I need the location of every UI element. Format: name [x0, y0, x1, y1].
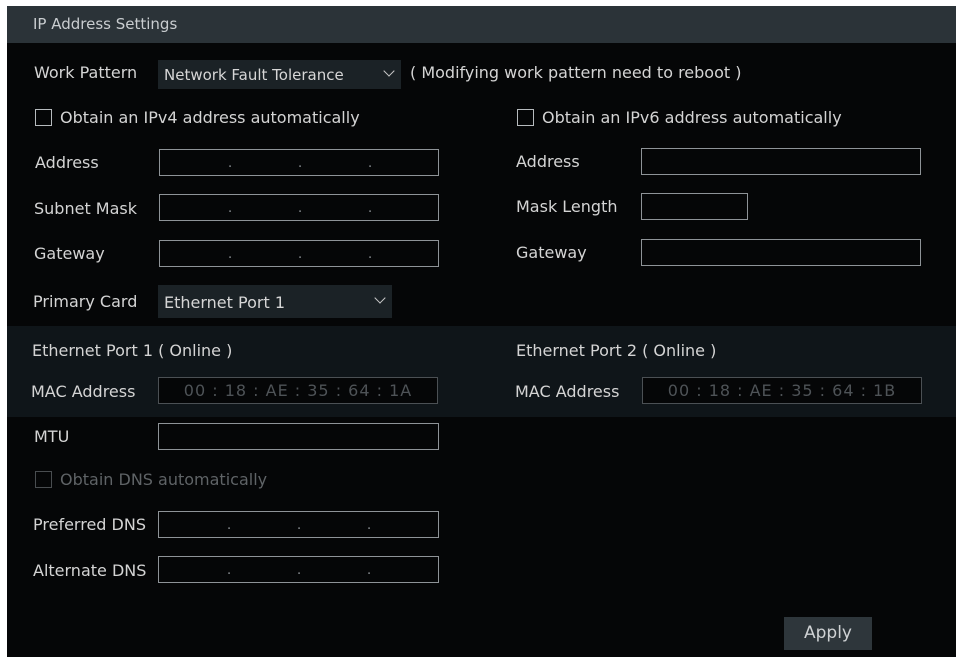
ip-dot: .: [298, 156, 303, 171]
work-pattern-value: Network Fault Tolerance: [164, 66, 344, 84]
ipv4-address-input[interactable]: . . .: [159, 149, 439, 176]
port1-mac-field: 00 : 18 : AE : 35 : 64 : 1A: [158, 377, 438, 404]
subnet-mask-input[interactable]: . . .: [159, 194, 439, 221]
port2-heading: Ethernet Port 2 ( Online ): [516, 341, 717, 360]
ip-dot: .: [368, 247, 373, 262]
reboot-note: ( Modifying work pattern need to reboot …: [410, 63, 742, 82]
primary-card-value: Ethernet Port 1: [164, 293, 285, 312]
ip-dot: .: [367, 518, 372, 533]
ipv6-gateway-label: Gateway: [516, 243, 587, 262]
preferred-dns-input[interactable]: . . .: [158, 511, 439, 538]
ipv4-gateway-label: Gateway: [34, 244, 105, 263]
ip-settings-panel: IP Address Settings Work Pattern Network…: [7, 6, 956, 657]
port1-mac-label: MAC Address: [31, 382, 136, 401]
ipv4-gateway-input[interactable]: . . .: [159, 240, 439, 267]
ip-dot: .: [298, 247, 303, 262]
ipv6-address-label: Address: [516, 152, 580, 171]
port2-mac-field: 00 : 18 : AE : 35 : 64 : 1B: [642, 377, 922, 404]
mask-length-input[interactable]: [641, 193, 748, 220]
primary-card-select[interactable]: Ethernet Port 1: [158, 285, 392, 318]
panel-title: IP Address Settings: [33, 15, 178, 33]
ipv4-auto-checkbox[interactable]: [35, 109, 52, 126]
ipv6-address-input[interactable]: [641, 148, 921, 175]
ip-dot: .: [227, 518, 232, 533]
ip-dot: .: [227, 563, 232, 578]
alternate-dns-label: Alternate DNS: [33, 561, 147, 580]
ip-dot: .: [368, 156, 373, 171]
mtu-input[interactable]: [158, 423, 439, 450]
apply-button[interactable]: Apply: [784, 617, 872, 650]
preferred-dns-label: Preferred DNS: [33, 515, 146, 534]
ipv6-gateway-input[interactable]: [641, 239, 921, 266]
mask-length-label: Mask Length: [516, 197, 618, 216]
subnet-mask-label: Subnet Mask: [34, 199, 138, 218]
ip-dot: .: [228, 247, 233, 262]
mtu-label: MTU: [34, 427, 70, 446]
ipv4-address-label: Address: [35, 153, 99, 172]
port2-mac-label: MAC Address: [515, 382, 620, 401]
ipv4-auto-label: Obtain an IPv4 address automatically: [60, 108, 360, 127]
dns-auto-label: Obtain DNS automatically: [60, 470, 268, 489]
chevron-down-icon: [383, 65, 395, 77]
primary-card-label: Primary Card: [33, 292, 138, 311]
alternate-dns-input[interactable]: . . .: [158, 556, 439, 583]
ip-dot: .: [228, 201, 233, 216]
dns-auto-checkbox[interactable]: [35, 471, 52, 488]
port1-heading: Ethernet Port 1 ( Online ): [32, 341, 233, 360]
title-bar: IP Address Settings: [7, 6, 956, 43]
ipv6-auto-label: Obtain an IPv6 address automatically: [542, 108, 842, 127]
ip-dot: .: [297, 518, 302, 533]
ipv6-auto-checkbox[interactable]: [517, 109, 534, 126]
work-pattern-select[interactable]: Network Fault Tolerance: [158, 60, 401, 89]
ip-dot: .: [298, 201, 303, 216]
ip-dot: .: [367, 563, 372, 578]
ip-dot: .: [228, 156, 233, 171]
chevron-down-icon: [374, 292, 386, 304]
work-pattern-label: Work Pattern: [34, 63, 138, 82]
port2-mac-value: 00 : 18 : AE : 35 : 64 : 1B: [667, 381, 897, 400]
port1-mac-value: 00 : 18 : AE : 35 : 64 : 1A: [183, 381, 413, 400]
ip-dot: .: [297, 563, 302, 578]
ip-dot: .: [368, 201, 373, 216]
